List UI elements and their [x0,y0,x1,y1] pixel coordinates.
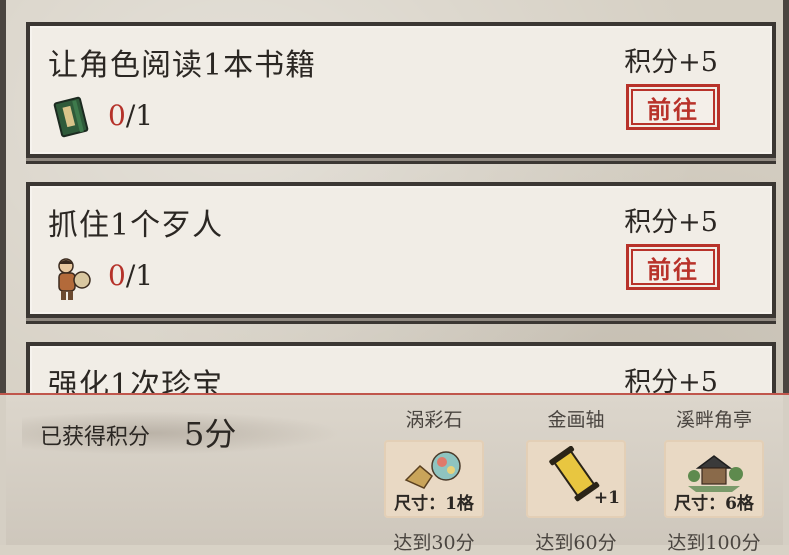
reward-name: 涡彩石 [405,409,463,431]
reward-requirement: 达到100分 [667,532,761,554]
score-panel: 已获得积分 5分 涡彩石 尺寸：1格 达到30分 金画轴 +1 达到60分 溪畔… [0,393,789,554]
book-icon [52,96,92,138]
reward-size: 尺寸：6格 [674,494,754,514]
reward-name: 金画轴 [547,409,605,431]
goto-button[interactable]: 前往 [626,244,720,290]
task-progress: 0/1 [108,259,153,292]
task-points: 积分+5 [624,47,718,78]
reward-name: 溪畔角亭 [675,409,752,431]
reward-quantity: +1 [593,488,620,508]
reward-requirement: 达到60分 [535,532,617,554]
score-label: 已获得积分 [40,425,151,450]
reward-requirement: 达到30分 [393,532,475,554]
progress-total: /1 [125,259,154,292]
task-card-catch-bandit: 抓住1个歹人 积分+5 0/1 前往 [26,182,776,324]
task-card-read-book: 让角色阅读1本书籍 积分+5 0/1 前往 [26,22,776,164]
goto-button[interactable]: 前往 [626,84,720,130]
progress-total: /1 [125,99,154,132]
reward-size: 尺寸：1格 [394,494,474,514]
reward-item-stone[interactable]: 涡彩石 尺寸：1格 达到30分 [384,405,484,555]
task-progress: 0/1 [108,99,153,132]
reward-item-pavilion[interactable]: 溪畔角亭 尺寸：6格 达到100分 [664,405,764,555]
task-title: 让角色阅读1本书籍 [48,48,317,83]
reward-box[interactable]: 尺寸：6格 [664,440,764,518]
task-points: 积分+5 [624,207,718,238]
pavilion-icon [688,455,743,492]
reward-box[interactable]: 尺寸：1格 [384,440,484,518]
score-value: 5分 [184,415,237,453]
bandit-character-icon [52,256,92,300]
reward-item-scroll[interactable]: 金画轴 +1 达到60分 [526,405,626,555]
progress-current: 0 [108,99,126,132]
colorful-stone-icon [404,451,461,489]
task-title: 抓住1个歹人 [48,208,224,243]
reward-box[interactable]: +1 [526,440,626,518]
progress-current: 0 [108,259,126,292]
